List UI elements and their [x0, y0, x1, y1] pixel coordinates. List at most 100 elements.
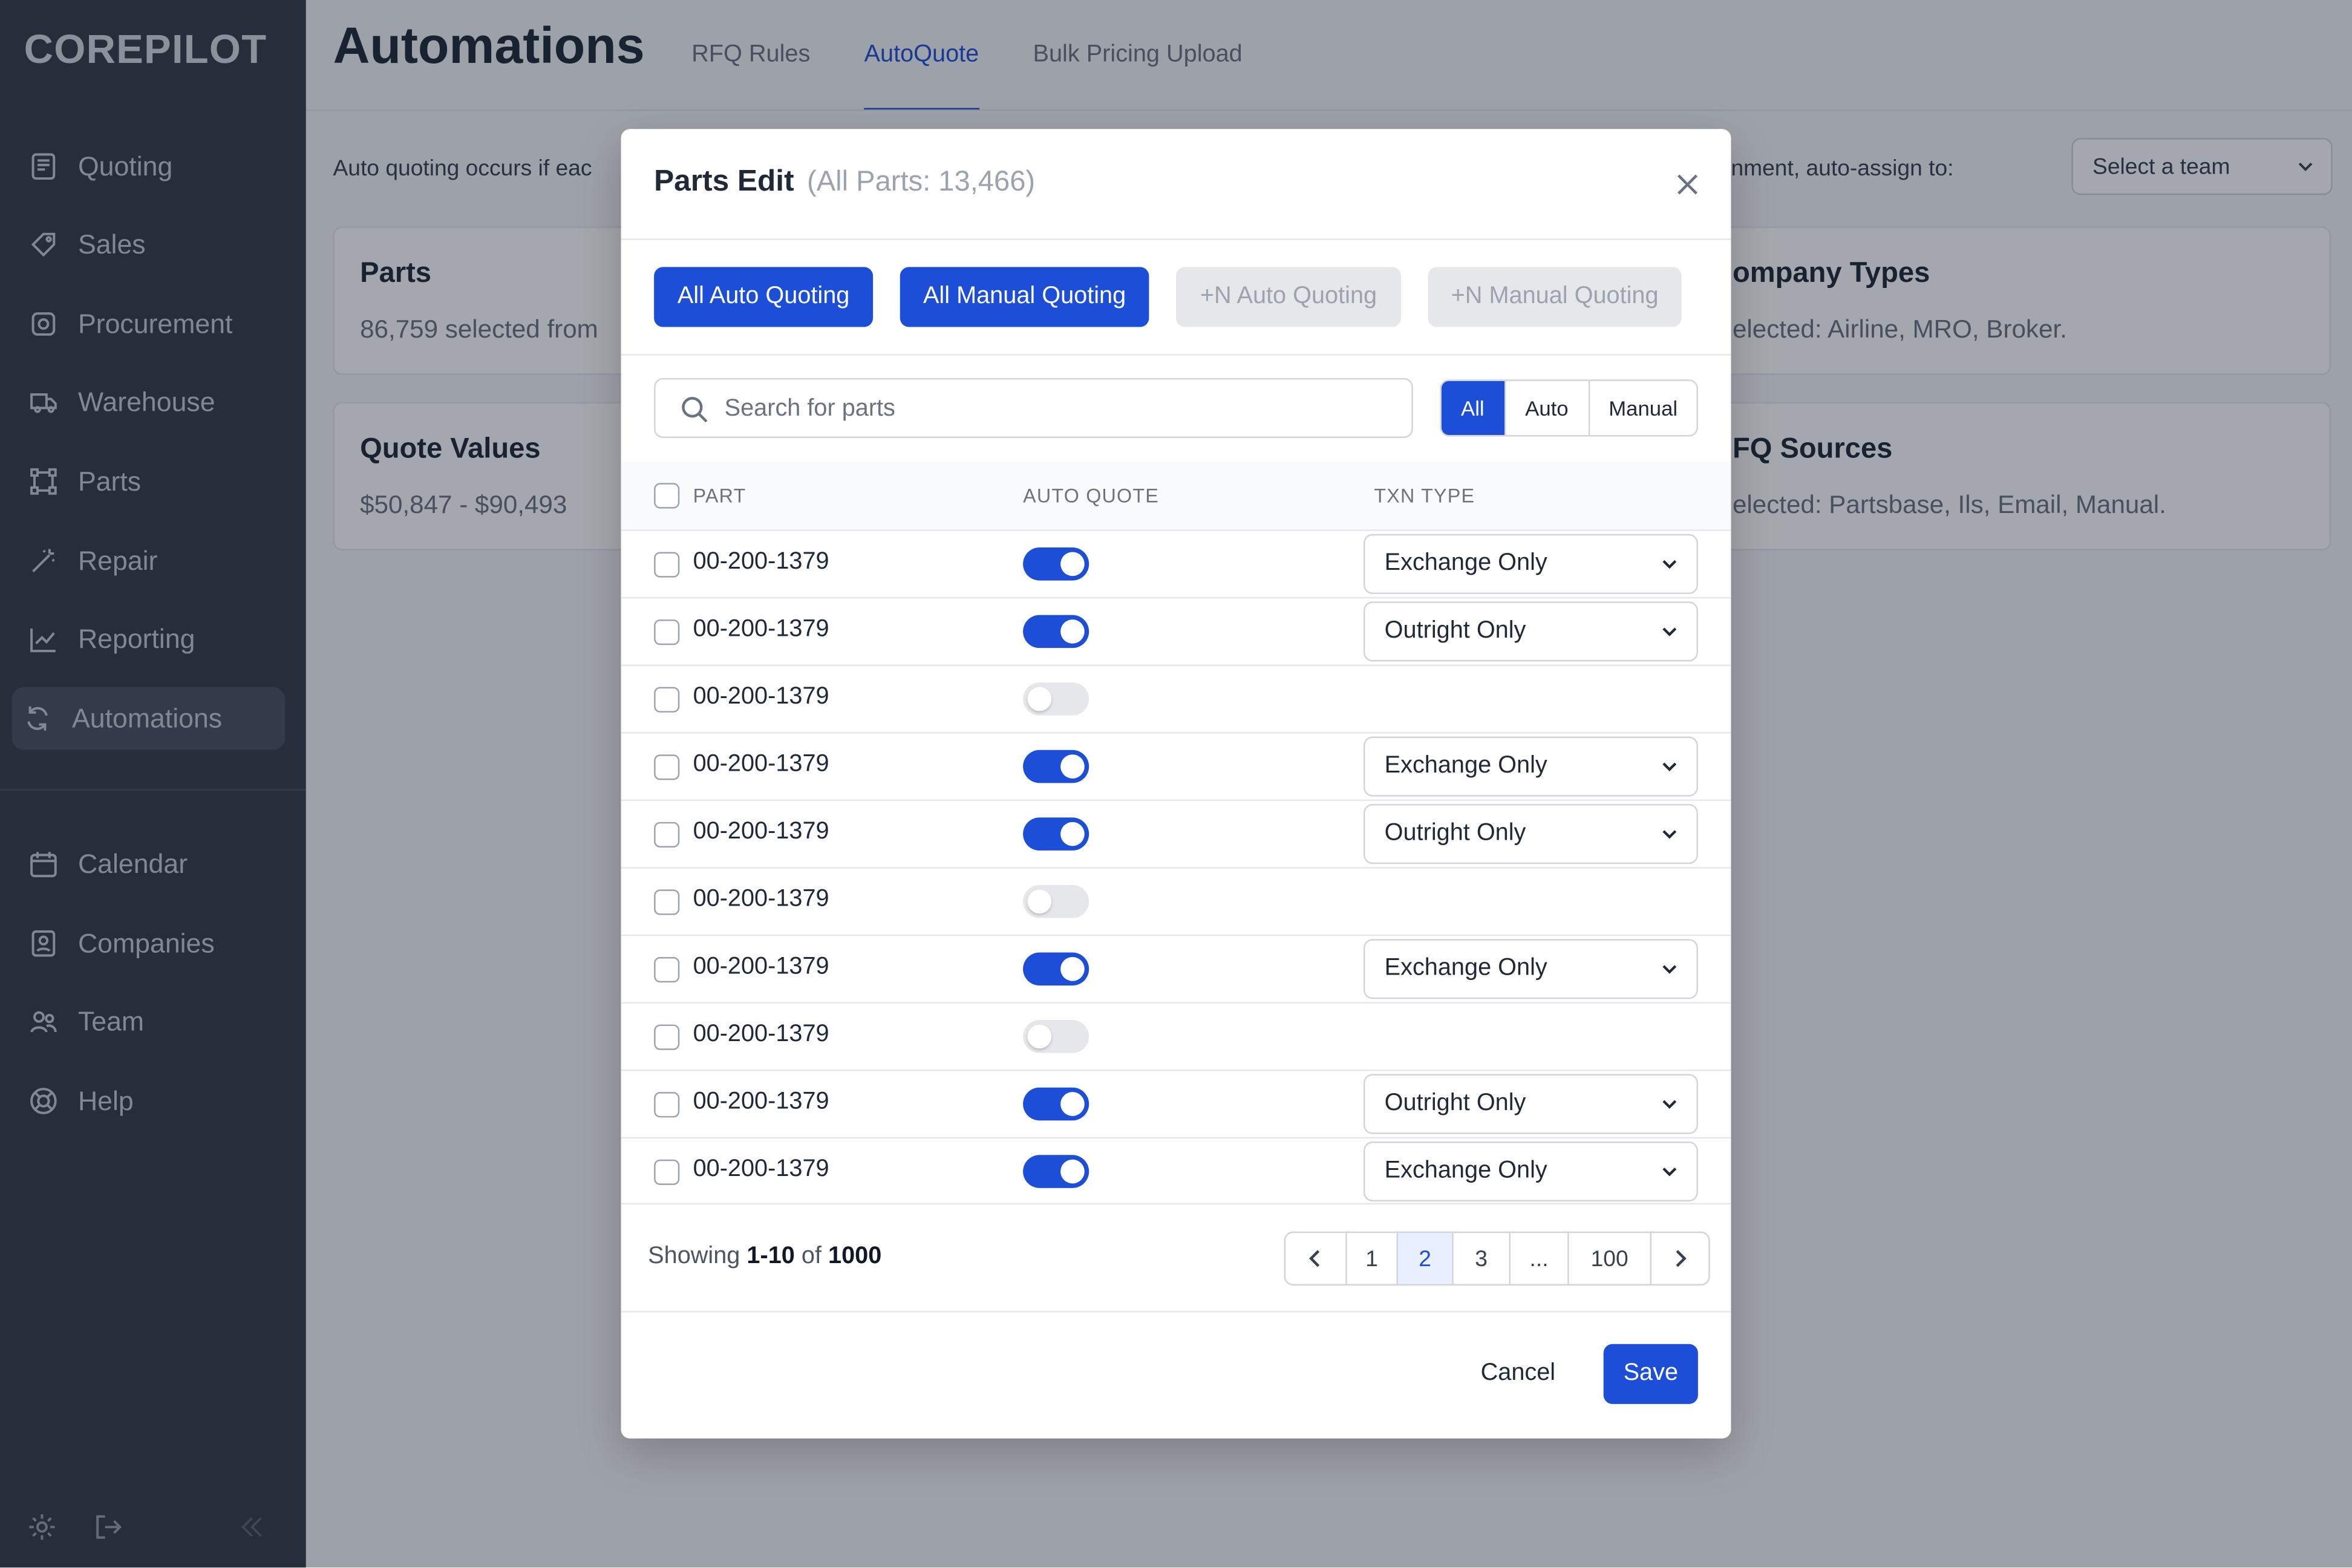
chevron-down-icon: [1662, 830, 1677, 839]
toggle-knob: [1027, 889, 1052, 914]
toggle-knob: [1027, 1024, 1052, 1049]
txn-type-select[interactable]: Outright Only: [1363, 804, 1698, 864]
auto-quote-toggle[interactable]: [1023, 615, 1089, 648]
toggle-knob: [1060, 619, 1085, 644]
auto-quote-toggle[interactable]: [1023, 952, 1089, 986]
prev-page-button[interactable]: [1285, 1233, 1345, 1284]
row-checkbox[interactable]: [654, 956, 680, 983]
auto-quote-toggle[interactable]: [1023, 547, 1089, 581]
modal-title: Parts Edit: [654, 165, 794, 198]
txn-type-select[interactable]: Exchange Only: [1363, 534, 1698, 594]
chevron-down-icon: [1662, 1168, 1677, 1177]
table-row: 00-200-1379 Exchange Only: [621, 1137, 1731, 1205]
row-checkbox[interactable]: [654, 687, 680, 713]
row-checkbox[interactable]: [654, 552, 680, 578]
filter-manual[interactable]: Manual: [1588, 381, 1697, 436]
toggle-knob: [1060, 754, 1085, 779]
n-manual-quoting-button[interactable]: +N Manual Quoting: [1428, 267, 1682, 327]
showing-of: of: [801, 1243, 822, 1269]
modal-divider: [621, 354, 1731, 356]
page-button[interactable]: 100: [1567, 1233, 1650, 1284]
part-number: 00-200-1379: [693, 1089, 829, 1115]
txn-type-value: Outright Only: [1384, 1090, 1526, 1116]
chevron-down-icon: [1662, 1100, 1677, 1109]
txn-type-select[interactable]: Exchange Only: [1363, 939, 1698, 999]
part-number: 00-200-1379: [693, 616, 829, 642]
table-row: 00-200-1379 Outright Only: [621, 596, 1731, 665]
chevron-down-icon: [1662, 560, 1677, 569]
table-row: 00-200-1379: [621, 867, 1731, 935]
pagination-summary: Showing 1-10 of 1000: [648, 1244, 881, 1271]
filter-all[interactable]: All: [1441, 381, 1504, 436]
row-checkbox[interactable]: [654, 619, 680, 645]
table-header: PART AUTO QUOTE TXN TYPE: [621, 462, 1731, 530]
auto-quote-toggle[interactable]: [1023, 750, 1089, 783]
auto-quote-toggle[interactable]: [1023, 1155, 1089, 1188]
n-auto-quoting-button[interactable]: +N Auto Quoting: [1176, 267, 1401, 327]
column-header-txn-type: TXN TYPE: [1374, 484, 1475, 508]
cancel-button[interactable]: Cancel: [1466, 1344, 1571, 1404]
part-number: 00-200-1379: [693, 886, 829, 912]
chevron-down-icon: [1662, 762, 1677, 772]
page-button[interactable]: 3: [1452, 1233, 1509, 1284]
modal-divider: [621, 238, 1731, 240]
part-number: 00-200-1379: [693, 1021, 829, 1047]
txn-type-value: Exchange Only: [1384, 550, 1547, 577]
auto-quote-toggle[interactable]: [1023, 1087, 1089, 1121]
all-auto-quoting-button[interactable]: All Auto Quoting: [654, 267, 874, 327]
column-header-auto-quote: AUTO QUOTE: [1023, 484, 1160, 508]
row-checkbox[interactable]: [654, 822, 680, 848]
part-number: 00-200-1379: [693, 818, 829, 845]
row-checkbox[interactable]: [654, 1092, 680, 1118]
search-icon: [682, 397, 708, 423]
part-number: 00-200-1379: [693, 549, 829, 575]
column-header-part: PART: [693, 484, 746, 508]
all-manual-quoting-button[interactable]: All Manual Quoting: [900, 267, 1149, 327]
page-button-current[interactable]: 2: [1396, 1233, 1452, 1284]
part-number: 00-200-1379: [693, 954, 829, 980]
txn-type-select[interactable]: Exchange Only: [1363, 736, 1698, 797]
row-checkbox[interactable]: [654, 754, 680, 780]
txn-type-select[interactable]: Outright Only: [1363, 1074, 1698, 1134]
txn-type-value: Exchange Only: [1384, 1158, 1547, 1184]
table-row: 00-200-1379 Outright Only: [621, 799, 1731, 867]
txn-type-value: Outright Only: [1384, 820, 1526, 846]
quote-filter: All Auto Manual: [1440, 379, 1698, 437]
part-number: 00-200-1379: [693, 1156, 829, 1182]
pagination: 1 2 3 ... 100: [1284, 1231, 1710, 1286]
part-number: 00-200-1379: [693, 684, 829, 710]
row-checkbox[interactable]: [654, 889, 680, 915]
page-button[interactable]: 1: [1345, 1233, 1396, 1284]
auto-quote-toggle[interactable]: [1023, 682, 1089, 716]
chevron-down-icon: [1662, 965, 1677, 974]
chevron-right-icon: [1676, 1250, 1687, 1267]
filter-auto[interactable]: Auto: [1503, 381, 1589, 436]
showing-total: 1000: [828, 1243, 882, 1269]
chevron-left-icon: [1309, 1250, 1320, 1267]
auto-quote-toggle[interactable]: [1023, 817, 1089, 851]
modal-footer-divider: [621, 1311, 1731, 1313]
table-row: 00-200-1379 Exchange Only: [621, 934, 1731, 1002]
txn-type-value: Outright Only: [1384, 618, 1526, 644]
row-checkbox[interactable]: [654, 1159, 680, 1185]
part-number: 00-200-1379: [693, 751, 829, 777]
table-row: 00-200-1379: [621, 1002, 1731, 1070]
row-checkbox[interactable]: [654, 1024, 680, 1050]
table-row: 00-200-1379: [621, 664, 1731, 732]
showing-prefix: Showing: [648, 1243, 740, 1269]
auto-quote-toggle[interactable]: [1023, 884, 1089, 918]
table-bottom-divider: [621, 1203, 1731, 1205]
txn-type-select[interactable]: Outright Only: [1363, 601, 1698, 662]
modal-parts-count: (All Parts: 13,466): [807, 166, 1036, 198]
next-page-button[interactable]: [1650, 1233, 1709, 1284]
auto-quote-toggle[interactable]: [1023, 1020, 1089, 1053]
txn-type-value: Exchange Only: [1384, 753, 1547, 779]
toggle-knob: [1060, 1159, 1085, 1184]
search-input[interactable]: [721, 379, 1388, 440]
txn-type-select[interactable]: Exchange Only: [1363, 1141, 1698, 1202]
toggle-knob: [1027, 687, 1052, 711]
select-all-checkbox[interactable]: [654, 483, 680, 509]
close-icon[interactable]: [1671, 168, 1704, 201]
save-button[interactable]: Save: [1603, 1344, 1698, 1404]
toggle-knob: [1060, 956, 1085, 981]
